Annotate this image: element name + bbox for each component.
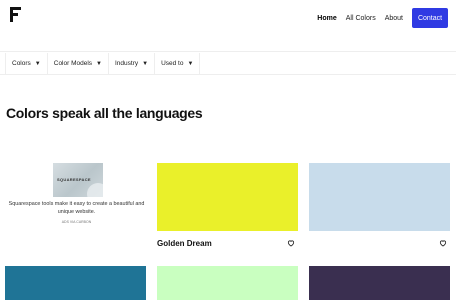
- nav-all-colors-link[interactable]: All Colors: [346, 15, 376, 22]
- filter-label: Colors: [12, 60, 31, 67]
- caret-down-icon: ▼: [142, 60, 149, 67]
- main-nav: Home All Colors About Contact: [317, 8, 456, 28]
- caret-down-icon: ▼: [96, 60, 102, 67]
- filter-label: Industry: [115, 60, 139, 67]
- nav-home-link[interactable]: Home: [317, 15, 336, 22]
- caret-down-icon: ▼: [34, 60, 41, 67]
- color-swatch[interactable]: [309, 266, 450, 300]
- color-card[interactable]: [157, 266, 298, 300]
- color-swatch[interactable]: [5, 266, 146, 300]
- filter-used-to[interactable]: Used to ▼: [155, 52, 201, 75]
- color-card[interactable]: [309, 163, 450, 247]
- carbon-ad[interactable]: SQUARESPACE Squarespace tools make it ea…: [5, 163, 148, 253]
- ad-via-link[interactable]: ADS VIA CARBON: [5, 220, 148, 224]
- color-card[interactable]: [5, 266, 146, 300]
- ad-brand-logo: SQUARESPACE: [57, 177, 91, 182]
- caret-down-icon: ▼: [187, 60, 194, 67]
- color-card[interactable]: Golden Dream: [157, 163, 298, 248]
- logo-icon: [10, 7, 21, 22]
- ad-image-decoration: [87, 183, 103, 197]
- color-swatch[interactable]: [309, 163, 450, 231]
- color-name[interactable]: Golden Dream: [157, 239, 212, 248]
- filter-label: Color Models: [53, 60, 93, 67]
- ad-image[interactable]: SQUARESPACE: [53, 163, 103, 197]
- filter-color-models[interactable]: Color Models ▼: [48, 52, 109, 75]
- heart-icon[interactable]: [287, 239, 295, 247]
- nav-about-link[interactable]: About: [385, 15, 403, 22]
- top-navigation: Home All Colors About Contact: [0, 0, 456, 52]
- filter-label: Used to: [161, 60, 184, 67]
- logo[interactable]: [10, 7, 23, 22]
- contact-button[interactable]: Contact: [412, 8, 448, 28]
- heart-icon[interactable]: [439, 239, 447, 247]
- color-swatch[interactable]: [157, 266, 298, 300]
- filter-colors[interactable]: Colors ▼: [5, 52, 48, 75]
- filter-industry[interactable]: Industry ▼: [109, 52, 156, 75]
- page-title: Colors speak all the languages: [6, 105, 203, 121]
- filter-bar: Colors ▼ Color Models ▼ Industry ▼ Used to ▼: [0, 52, 456, 75]
- ad-text[interactable]: Squarespace tools make it easy to create…: [5, 201, 148, 216]
- color-card[interactable]: [309, 266, 450, 300]
- color-swatch[interactable]: [157, 163, 298, 231]
